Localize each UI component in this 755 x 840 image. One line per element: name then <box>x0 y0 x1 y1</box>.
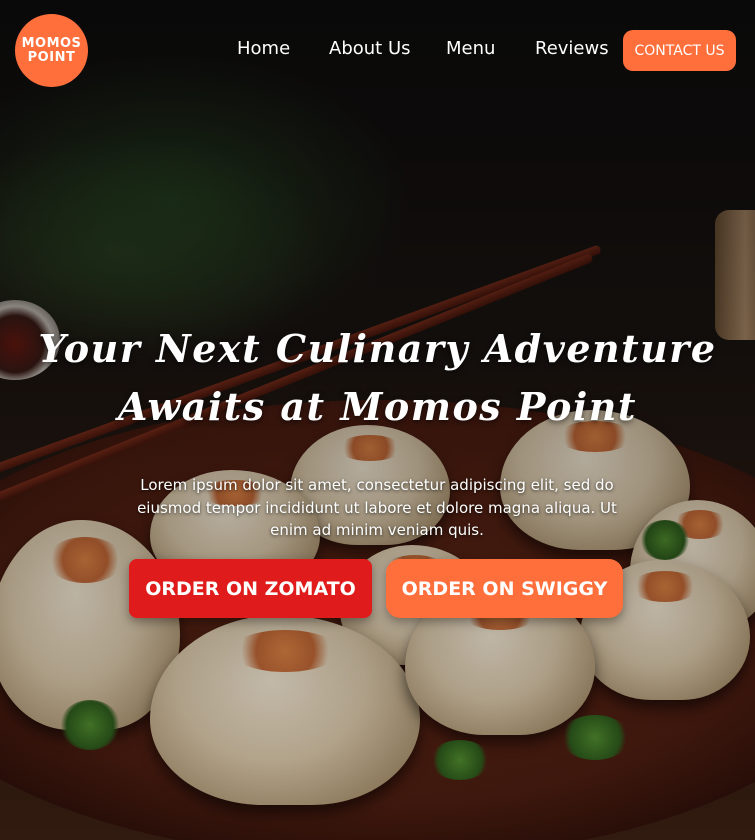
nav-home-link[interactable]: Home <box>237 38 290 59</box>
site-header: MOMOS POINT Home About Us Menu Reviews C… <box>0 0 755 100</box>
nav-about-link[interactable]: About Us <box>329 38 411 59</box>
order-on-swiggy-button[interactable]: ORDER ON SWIGGY <box>386 559 623 618</box>
hero-title-line-2: Awaits at Momos Point <box>118 384 637 429</box>
momos-point-logo[interactable]: MOMOS POINT <box>15 14 88 87</box>
logo-line-1: MOMOS <box>21 35 82 51</box>
order-on-zomato-button[interactable]: ORDER ON ZOMATO <box>129 559 372 618</box>
nav-reviews-link[interactable]: Reviews <box>535 38 609 59</box>
hero-description: Lorem ipsum dolor sit amet, consectetur … <box>137 476 617 539</box>
contact-us-button[interactable]: CONTACT US <box>623 30 736 71</box>
landing-page: MOMOS POINT Home About Us Menu Reviews C… <box>0 0 755 840</box>
logo-line-2: POINT <box>27 49 76 65</box>
hero-title-line-1: Your Next Culinary Adventure <box>38 326 717 371</box>
hero-title: Your Next Culinary Adventure Awaits at M… <box>0 320 755 436</box>
nav-menu-link[interactable]: Menu <box>446 38 495 59</box>
